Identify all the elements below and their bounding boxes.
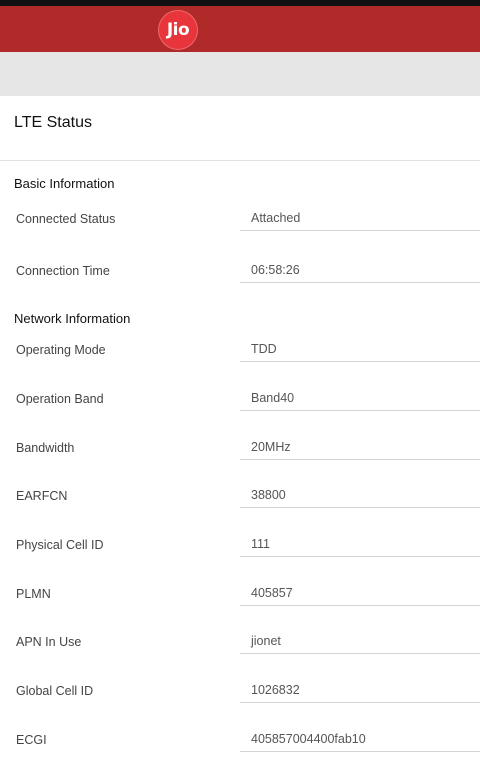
jio-logo[interactable]: Jio	[158, 10, 198, 50]
field-underline	[240, 361, 480, 362]
field-underline	[240, 507, 480, 508]
value-global-cell-id: 1026832	[251, 683, 300, 697]
nav-band	[0, 52, 480, 96]
section-title-basic: Basic Information	[14, 176, 115, 191]
page-title: LTE Status	[14, 114, 92, 131]
field-underline	[240, 653, 480, 654]
label-operating-mode: Operating Mode	[16, 343, 106, 357]
label-physical-cell-id: Physical Cell ID	[16, 538, 104, 552]
label-operation-band: Operation Band	[16, 392, 104, 406]
value-plmn: 405857	[251, 586, 293, 600]
value-connection-time: 06:58:26	[251, 263, 300, 277]
field-underline	[240, 459, 480, 460]
field-underline	[240, 751, 480, 752]
label-connected-status: Connected Status	[16, 212, 116, 226]
field-underline	[240, 605, 480, 606]
label-plmn: PLMN	[16, 587, 51, 601]
label-bandwidth: Bandwidth	[16, 441, 75, 455]
field-underline	[240, 282, 480, 283]
divider	[0, 160, 480, 161]
field-underline	[240, 702, 480, 703]
label-global-cell-id: Global Cell ID	[16, 684, 94, 698]
value-earfcn: 38800	[251, 488, 286, 502]
logo-text: Jio	[166, 20, 190, 40]
field-underline	[240, 556, 480, 557]
app-header: Jio	[0, 6, 480, 52]
value-apn-in-use: jionet	[251, 634, 281, 648]
label-ecgi: ECGI	[16, 733, 47, 747]
value-connected-status: Attached	[251, 211, 301, 225]
field-underline	[240, 230, 480, 231]
label-apn-in-use: APN In Use	[16, 635, 82, 649]
section-title-network: Network Information	[14, 311, 131, 326]
value-operating-mode: TDD	[251, 342, 277, 356]
value-bandwidth: 20MHz	[251, 440, 291, 454]
value-operation-band: Band40	[251, 391, 295, 405]
label-connection-time: Connection Time	[16, 264, 110, 278]
field-underline	[240, 410, 480, 411]
value-ecgi: 405857004400fab10	[251, 732, 366, 746]
label-earfcn: EARFCN	[16, 489, 68, 503]
value-physical-cell-id: 111	[251, 537, 271, 551]
